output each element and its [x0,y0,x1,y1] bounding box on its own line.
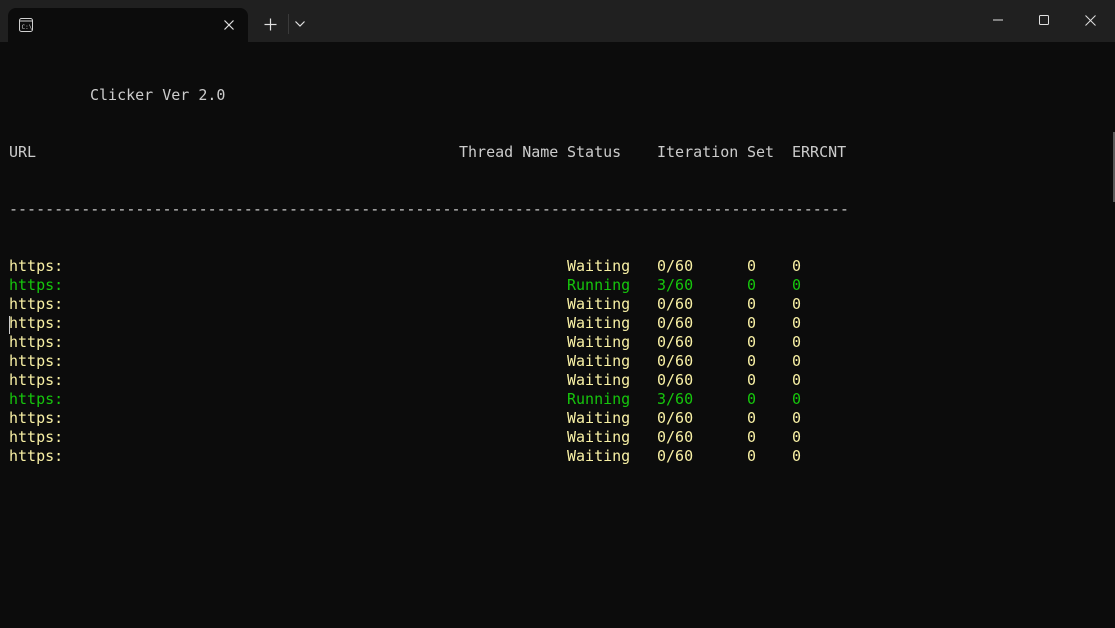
row-iteration: 3/60 [657,390,694,408]
row-url: https: [9,428,64,446]
row-iteration: 0/60 [657,409,694,427]
row-errcnt: 0 [792,409,802,427]
table-row: https: Running 3/60 0 0 [9,276,1099,295]
row-status: Waiting [567,447,631,465]
tab-close-icon[interactable] [219,15,239,35]
app-title: Clicker Ver 2.0 [90,86,226,104]
header-set: Set [747,143,775,161]
table-row: https: Waiting 0/60 0 0 [9,428,1099,447]
row-set: 0 [747,276,757,294]
status-rows: https: Waiting 0/60 0 0 https: Running 3/60 0 0 ht… [9,257,1099,466]
minimize-icon[interactable] [975,0,1021,40]
text-cursor [9,316,10,334]
row-iteration: 0/60 [657,333,694,351]
row-errcnt: 0 [792,295,802,313]
row-status: Waiting [567,371,631,389]
row-status: Waiting [567,428,631,446]
row-url: https: [9,447,64,465]
row-errcnt: 0 [792,257,802,275]
row-set: 0 [747,314,757,332]
row-status: Waiting [567,314,631,332]
table-row: https: Waiting 0/60 0 0 [9,314,1099,333]
terminal-window: C:\ Clicker Ver 2.0 URL Thread Name Stat… [0,0,1115,628]
row-set: 0 [747,428,757,446]
table-row: https: Waiting 0/60 0 0 [9,257,1099,276]
row-errcnt: 0 [792,371,802,389]
maximize-icon[interactable] [1021,0,1067,40]
row-url: https: [9,276,64,294]
separator: ----------------------------------------… [9,200,849,218]
row-status: Waiting [567,257,631,275]
table-row: https: Waiting 0/60 0 0 [9,409,1099,428]
table-row: https: Waiting 0/60 0 0 [9,371,1099,390]
tab-terminal[interactable]: C:\ [8,8,248,42]
header-url: URL [9,143,37,161]
title-line: Clicker Ver 2.0 [9,86,1099,105]
row-iteration: 0/60 [657,257,694,275]
row-url: https: [9,390,64,408]
header-status: Status [567,143,622,161]
row-iteration: 0/60 [657,295,694,313]
row-status: Running [567,276,631,294]
row-iteration: 0/60 [657,352,694,370]
row-set: 0 [747,295,757,313]
row-errcnt: 0 [792,390,802,408]
row-url: https: [9,314,64,332]
header-iteration: Iteration [657,143,739,161]
row-iteration: 0/60 [657,371,694,389]
separator-line: ----------------------------------------… [9,200,1099,219]
terminal-icon: C:\ [19,18,33,32]
row-iteration: 3/60 [657,276,694,294]
terminal-output[interactable]: Clicker Ver 2.0 URL Thread Name Status I… [9,48,1099,504]
tab-separator [288,14,289,34]
row-errcnt: 0 [792,428,802,446]
row-set: 0 [747,371,757,389]
row-errcnt: 0 [792,333,802,351]
header-errcnt: ERRCNT [792,143,847,161]
new-tab-icon[interactable] [258,12,282,36]
row-set: 0 [747,352,757,370]
row-status: Waiting [567,333,631,351]
row-status: Waiting [567,352,631,370]
row-iteration: 0/60 [657,314,694,332]
chevron-down-icon[interactable] [290,12,310,36]
row-errcnt: 0 [792,276,802,294]
row-errcnt: 0 [792,447,802,465]
row-url: https: [9,295,64,313]
row-status: Running [567,390,631,408]
row-set: 0 [747,447,757,465]
row-status: Waiting [567,295,631,313]
row-status: Waiting [567,409,631,427]
row-url: https: [9,333,64,351]
row-set: 0 [747,409,757,427]
row-url: https: [9,257,64,275]
header-thread-name: Thread Name [459,143,559,161]
row-errcnt: 0 [792,314,802,332]
row-url: https: [9,371,64,389]
header-row: URL Thread Name Status Iteration Set ERR… [9,143,1099,162]
row-iteration: 0/60 [657,447,694,465]
row-errcnt: 0 [792,352,802,370]
row-set: 0 [747,257,757,275]
table-row: https: Running 3/60 0 0 [9,390,1099,409]
table-row: https: Waiting 0/60 0 0 [9,352,1099,371]
close-icon[interactable] [1067,0,1113,40]
title-bar: C:\ [0,0,1115,42]
table-row: https: Waiting 0/60 0 0 [9,295,1099,314]
row-url: https: [9,352,64,370]
row-url: https: [9,409,64,427]
table-row: https: Waiting 0/60 0 0 [9,333,1099,352]
row-set: 0 [747,333,757,351]
table-row: https: Waiting 0/60 0 0 [9,447,1099,466]
svg-text:C:\: C:\ [22,24,33,31]
row-set: 0 [747,390,757,408]
row-iteration: 0/60 [657,428,694,446]
